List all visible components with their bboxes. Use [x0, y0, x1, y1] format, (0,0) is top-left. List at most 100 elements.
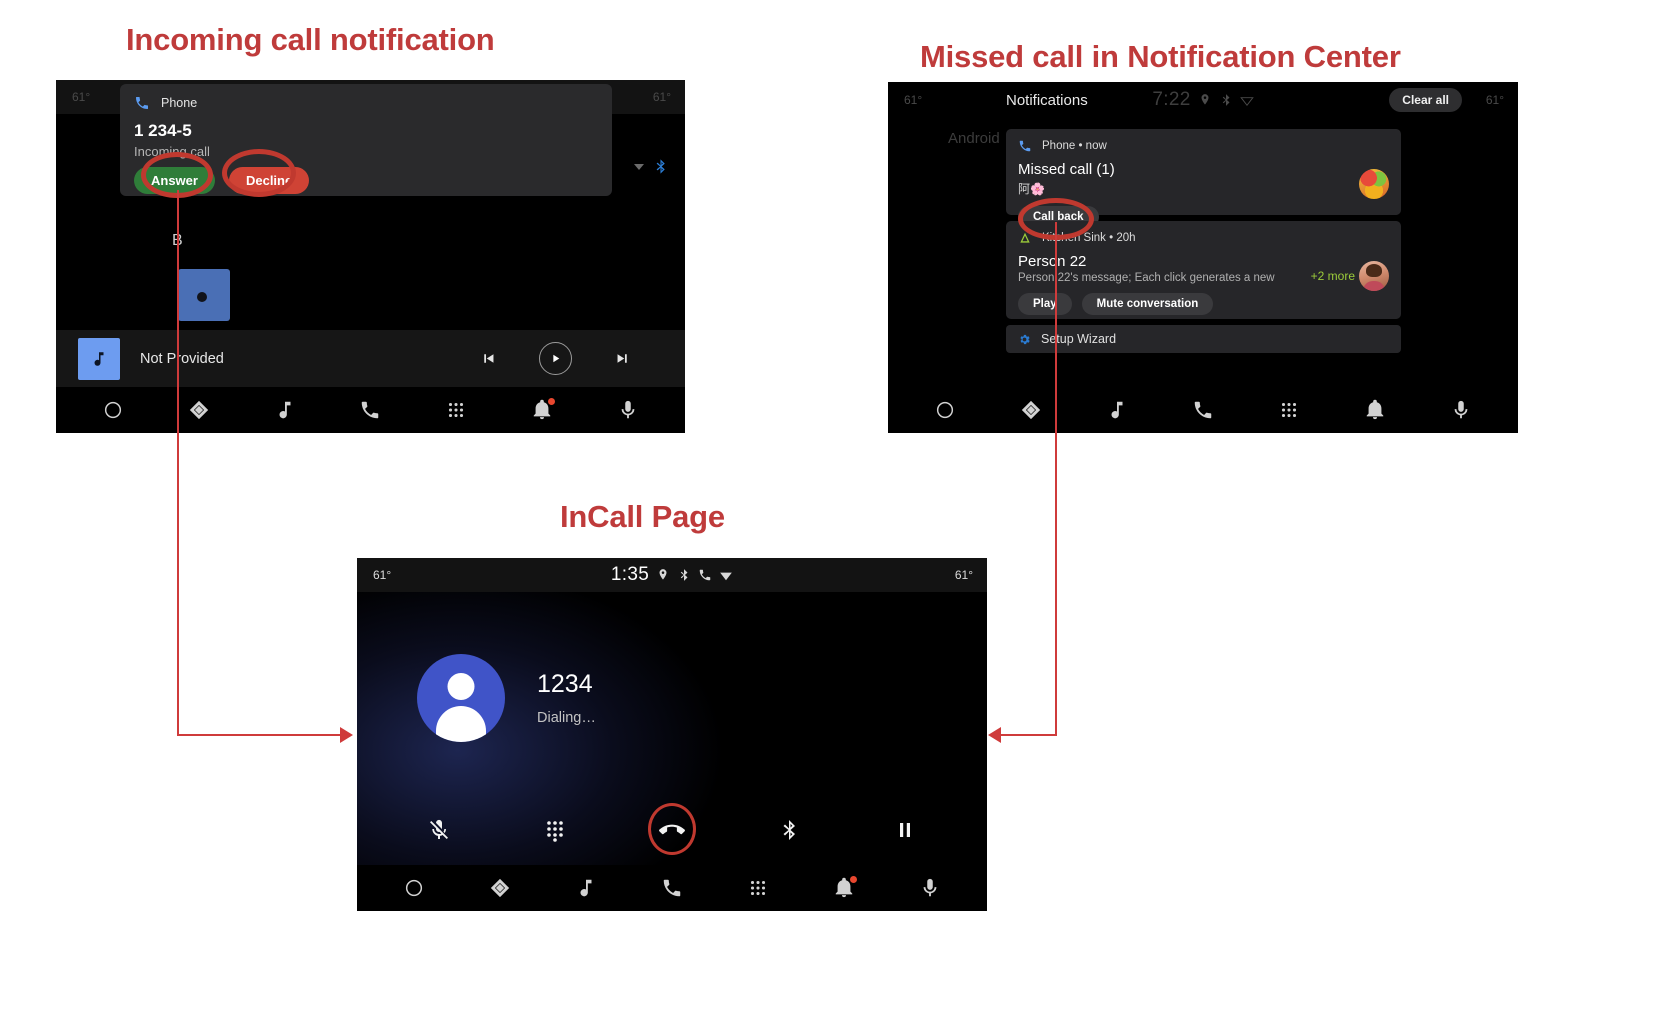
skip-next-icon[interactable] — [614, 350, 631, 367]
mic-off-icon[interactable] — [427, 818, 451, 842]
nav-phone[interactable] — [1192, 399, 1214, 421]
navigation-bar — [56, 387, 685, 433]
nav-home[interactable] — [934, 399, 956, 421]
card-body-text: Person 22's message; Each click generate… — [1018, 272, 1275, 284]
answer-button[interactable]: Answer — [134, 167, 215, 194]
wifi-icon — [1239, 93, 1254, 107]
bluetooth-icon — [677, 568, 691, 582]
decline-button[interactable]: Decline — [228, 167, 310, 194]
bluetooth-icon[interactable] — [777, 818, 801, 842]
clock: 7:22 — [1152, 89, 1191, 110]
media-bar[interactable]: Not Provided — [56, 330, 685, 387]
nav-apps[interactable] — [747, 877, 769, 899]
nav-home[interactable] — [102, 399, 124, 421]
nav-notifications[interactable] — [833, 876, 857, 899]
call-state: Dialing… — [537, 710, 596, 726]
card-title: Person 22 — [1018, 253, 1087, 270]
call-icon — [698, 568, 712, 582]
status-center: 1:35 — [357, 564, 987, 586]
wifi-icon — [719, 568, 733, 582]
nav-assistant[interactable] — [617, 399, 639, 421]
nav-apps[interactable] — [445, 399, 467, 421]
nav-assistant[interactable] — [1450, 399, 1472, 421]
nav-media[interactable] — [575, 877, 597, 899]
album-art — [78, 337, 120, 380]
panel-title: Notifications — [1006, 91, 1088, 109]
pause-icon[interactable] — [893, 818, 917, 842]
nav-media[interactable] — [1106, 399, 1128, 421]
card-title: Missed call (1) — [1018, 161, 1115, 178]
screen-in-call: 61° 1:35 61° 1234 Dialing… — [357, 558, 987, 911]
background-label: Android — [948, 130, 1000, 147]
clear-all-button[interactable]: Clear all — [1389, 88, 1462, 112]
bluetooth-status-chip[interactable] — [634, 158, 669, 175]
notification-actions: Answer Decline — [134, 167, 598, 194]
phone-icon — [134, 95, 150, 111]
arrow-answer-to-incall-horizontal — [177, 734, 349, 736]
notification-title: 1 234-5 — [134, 121, 192, 140]
nav-notifications[interactable] — [531, 398, 556, 421]
temperature-left: 61° — [72, 90, 91, 104]
more-count-label: +2 more — [1310, 269, 1355, 283]
heading-incoming-call: Incoming call notification — [126, 22, 495, 57]
navigation-bar — [357, 865, 987, 911]
nav-apps[interactable] — [1278, 399, 1300, 421]
play-button[interactable] — [539, 342, 572, 375]
chevron-down-icon — [634, 163, 644, 170]
kitchen-sink-icon — [1018, 231, 1032, 245]
notification-card-missed-call[interactable]: Phone • now Missed call (1) 阿🌸 Call back — [1006, 129, 1401, 228]
notification-list: Phone • now Missed call (1) 阿🌸 Call back… — [1006, 129, 1401, 353]
notification-subtitle: Incoming call — [134, 144, 210, 159]
status-bar: 61° 1:35 61° — [357, 558, 987, 592]
heading-incall-page: InCall Page — [560, 499, 725, 534]
play-button[interactable]: Play — [1018, 293, 1072, 315]
card-header: Phone • now — [1018, 139, 1389, 153]
nav-navigation[interactable] — [188, 399, 210, 421]
notification-app-name: Phone — [161, 96, 198, 110]
navigation-bar — [888, 387, 1518, 433]
media-controls — [480, 342, 631, 375]
bluetooth-icon — [1219, 93, 1233, 107]
heads-up-notification[interactable]: Phone 1 234-5 Incoming call Answer Decli… — [120, 84, 612, 196]
nav-home[interactable] — [403, 877, 425, 899]
phone-icon — [1018, 139, 1032, 153]
status-bar: 61° Notifications 7:22 Clear all 61° — [888, 82, 1518, 118]
notification-header: Phone — [134, 95, 598, 111]
caller-number: 1234 — [537, 670, 593, 698]
heading-missed-call: Missed call in Notification Center — [920, 39, 1401, 74]
nav-navigation[interactable] — [489, 877, 511, 899]
nav-phone[interactable] — [359, 399, 381, 421]
temperature-left: 61° — [904, 93, 923, 107]
home-tile-dot — [197, 292, 207, 302]
arrow-head-to-incall-left — [340, 727, 353, 743]
card-actions: Play Mute conversation — [1018, 293, 1389, 315]
skip-previous-icon[interactable] — [480, 350, 497, 367]
notification-card-setup-wizard[interactable]: Setup Wizard — [1006, 325, 1401, 353]
person-avatar-icon — [417, 654, 505, 742]
media-title: Not Provided — [140, 350, 224, 367]
nav-notifications[interactable] — [1364, 399, 1386, 421]
arrow-callback-to-incall-horizontal — [995, 734, 1057, 736]
call-content: 1234 Dialing… — [357, 592, 987, 865]
notification-badge — [548, 398, 556, 405]
card-emoji-line: 阿🌸 — [1018, 182, 1045, 196]
location-icon — [1198, 93, 1212, 107]
notification-card-message[interactable]: Kitchen Sink • 20h Person 22 Person 22's… — [1006, 221, 1401, 319]
nav-assistant[interactable] — [919, 877, 941, 899]
location-icon — [656, 568, 670, 582]
arrow-head-to-incall-right — [988, 727, 1001, 743]
bluetooth-icon — [652, 158, 669, 175]
nav-navigation[interactable] — [1020, 399, 1042, 421]
notification-badge — [850, 876, 857, 883]
avatar — [1359, 261, 1389, 291]
temperature-left: 61° — [373, 568, 392, 582]
play-icon — [553, 354, 560, 363]
mute-conversation-button[interactable]: Mute conversation — [1081, 293, 1214, 315]
nav-media[interactable] — [274, 399, 296, 421]
call-end-icon[interactable] — [659, 817, 685, 843]
nav-phone[interactable] — [661, 877, 683, 899]
screen-notification-center: 61° Notifications 7:22 Clear all 61° And… — [888, 82, 1518, 433]
clock: 1:35 — [610, 564, 650, 585]
diagram-canvas: Incoming call notification Missed call i… — [0, 0, 1672, 1022]
dialpad-icon[interactable] — [543, 818, 567, 842]
